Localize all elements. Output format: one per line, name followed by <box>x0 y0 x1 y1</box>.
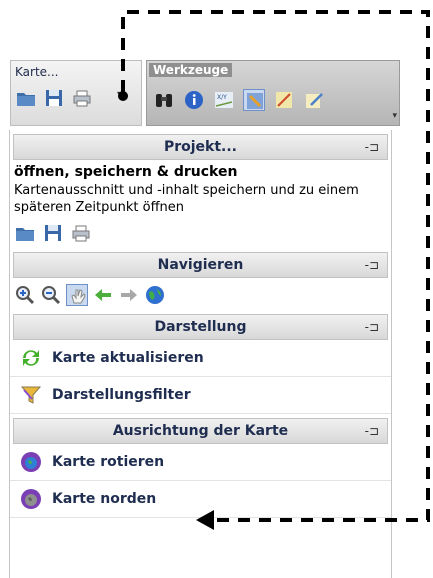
pan-hand-icon[interactable] <box>66 284 88 306</box>
pin-icon[interactable]: -⊐ <box>365 315 379 339</box>
measure-icon[interactable] <box>273 89 295 111</box>
projekt-description: Kartenausschnitt und -inhalt speichern u… <box>14 183 359 215</box>
section-header-projekt[interactable]: Projekt... -⊐ <box>13 134 388 160</box>
menu-item-label: Darstellungsfilter <box>52 387 191 403</box>
karte-toolbar-title: Karte... <box>15 65 59 79</box>
zoom-out-icon[interactable] <box>40 284 62 306</box>
section-title: Darstellung <box>154 319 247 335</box>
section-header-ausrichtung[interactable]: Ausrichtung der Karte -⊐ <box>13 418 388 444</box>
save-icon[interactable] <box>42 222 64 244</box>
menu-item-label: Karte norden <box>52 491 157 507</box>
karte-toolbar-group: Karte... ▾ <box>10 60 142 126</box>
werkzeuge-toolbar-title: Werkzeuge <box>149 63 233 77</box>
edit-icon[interactable] <box>303 89 325 111</box>
folder-icon[interactable] <box>15 87 37 109</box>
projekt-heading: öffnen, speichern & drucken <box>14 164 238 180</box>
xy-coordinates-icon[interactable]: X/Y <box>213 89 235 111</box>
forward-arrow-icon[interactable] <box>118 284 140 306</box>
print-icon[interactable] <box>71 87 93 109</box>
folder-icon[interactable] <box>14 222 36 244</box>
xy-label: X/Y <box>217 94 227 101</box>
refresh-icon <box>18 345 44 371</box>
chevron-down-icon[interactable]: ▾ <box>117 89 122 100</box>
section-body-navigieren <box>10 278 391 310</box>
pin-icon[interactable]: -⊐ <box>365 419 379 443</box>
rotate-globe-icon <box>18 449 44 475</box>
pin-icon[interactable]: -⊐ <box>365 253 379 277</box>
menu-item-label: Karte rotieren <box>52 454 165 470</box>
menu-item-karte-norden[interactable]: Karte norden <box>10 481 391 518</box>
zoom-in-icon[interactable] <box>14 284 36 306</box>
section-body-projekt: öffnen, speichern & drucken Kartenaussch… <box>10 160 391 248</box>
side-panel: Projekt... -⊐ öffnen, speichern & drucke… <box>9 130 392 578</box>
save-icon[interactable] <box>43 87 65 109</box>
section-title: Navigieren <box>157 257 244 273</box>
menu-item-label: Karte aktualisieren <box>52 350 204 366</box>
section-title: Projekt... <box>163 139 238 155</box>
globe-icon[interactable] <box>144 284 166 306</box>
select-icon[interactable] <box>243 89 265 111</box>
werkzeuge-toolbar-group: Werkzeuge X/Y ▾ <box>146 60 400 126</box>
section-title: Ausrichtung der Karte <box>112 423 289 439</box>
print-icon[interactable] <box>70 222 92 244</box>
menu-item-darstellungsfilter[interactable]: Darstellungsfilter <box>10 377 391 414</box>
binoculars-icon[interactable] <box>153 89 175 111</box>
section-header-darstellung[interactable]: Darstellung -⊐ <box>13 314 388 340</box>
filter-icon <box>18 382 44 408</box>
back-arrow-icon[interactable] <box>92 284 114 306</box>
menu-item-karte-rotieren[interactable]: Karte rotieren <box>10 444 391 481</box>
map-toolbar: Karte... ▾ Werkzeuge X/Y ▾ <box>10 60 400 126</box>
chevron-down-icon[interactable]: ▾ <box>392 111 397 121</box>
menu-item-karte-aktualisieren[interactable]: Karte aktualisieren <box>10 340 391 377</box>
north-globe-icon <box>18 486 44 512</box>
section-header-navigieren[interactable]: Navigieren -⊐ <box>13 252 388 278</box>
pin-icon[interactable]: -⊐ <box>365 135 379 159</box>
info-icon[interactable] <box>183 89 205 111</box>
